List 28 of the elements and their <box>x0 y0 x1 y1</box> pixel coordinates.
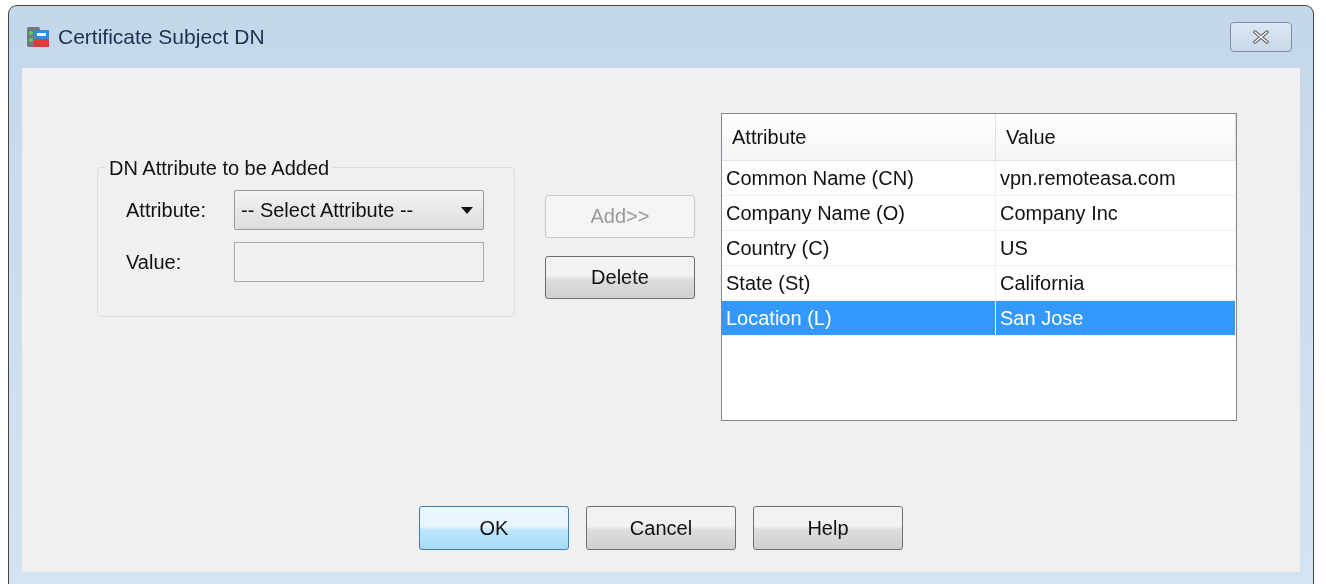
table-cell: vpn.remoteasa.com <box>996 161 1236 195</box>
attribute-dropdown[interactable]: -- Select Attribute -- <box>234 190 484 230</box>
table-cell: Country (C) <box>722 231 996 265</box>
table-cell: State (St) <box>722 266 996 300</box>
close-icon <box>1251 30 1271 44</box>
dialog-button[interactable]: OK <box>419 506 569 550</box>
attribute-label: Attribute: <box>126 198 208 222</box>
table-cell: US <box>996 231 1236 265</box>
dialog-button[interactable]: Help <box>753 506 903 550</box>
table-cell: California <box>996 266 1236 300</box>
dialog-button[interactable]: Delete <box>545 256 695 299</box>
table-row[interactable]: Common Name (CN) vpn.remoteasa.com <box>722 161 1236 196</box>
table-cell: Location (L) <box>722 301 996 335</box>
window-title: Certificate Subject DN <box>58 25 265 49</box>
dialog-button[interactable]: Cancel <box>586 506 736 550</box>
column-header[interactable]: Value <box>996 114 1236 160</box>
table-cell: San Jose <box>996 301 1236 335</box>
table-cell: Common Name (CN) <box>722 161 996 195</box>
app-icon <box>26 25 50 49</box>
value-label: Value: <box>126 250 183 274</box>
caret-icon <box>461 206 473 214</box>
column-header[interactable]: Attribute <box>722 114 996 160</box>
value-field[interactable] <box>234 242 484 282</box>
table-row[interactable]: Country (C) US <box>722 231 1236 266</box>
close-button[interactable] <box>1230 22 1292 52</box>
table-cell: Company Name (O) <box>722 196 996 230</box>
table-cell: Company Inc <box>996 196 1236 230</box>
table-row[interactable]: Company Name (O) Company Inc <box>722 196 1236 231</box>
